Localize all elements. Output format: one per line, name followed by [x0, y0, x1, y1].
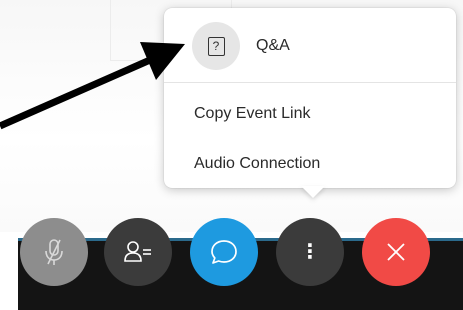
mic-muted-icon	[45, 239, 63, 265]
menu-item-audio-connection-label: Audio Connection	[194, 155, 321, 172]
menu-item-audio-connection[interactable]: Audio Connection	[164, 142, 456, 186]
menu-item-qa[interactable]: ? Q&A	[164, 18, 456, 74]
menu-item-qa-label: Q&A	[256, 37, 290, 54]
participants-icon	[124, 241, 151, 262]
more-icon: ⋮	[300, 241, 320, 263]
menu-divider	[164, 82, 456, 83]
more-options-button[interactable]: ⋮	[276, 218, 344, 286]
menu-item-copy-event-link-label: Copy Event Link	[194, 105, 311, 122]
participants-button[interactable]	[104, 218, 172, 286]
mute-button[interactable]	[20, 218, 88, 286]
chat-button[interactable]	[190, 218, 258, 286]
close-icon	[387, 243, 405, 261]
chat-icon	[211, 240, 237, 264]
menu-caret	[301, 186, 325, 198]
leave-button[interactable]	[362, 218, 430, 286]
qa-icon: ?	[192, 22, 240, 70]
more-options-menu: ? Q&A Copy Event Link Audio Connection	[164, 8, 456, 188]
question-mark-box: ?	[207, 36, 225, 56]
menu-item-copy-event-link[interactable]: Copy Event Link	[164, 92, 456, 136]
